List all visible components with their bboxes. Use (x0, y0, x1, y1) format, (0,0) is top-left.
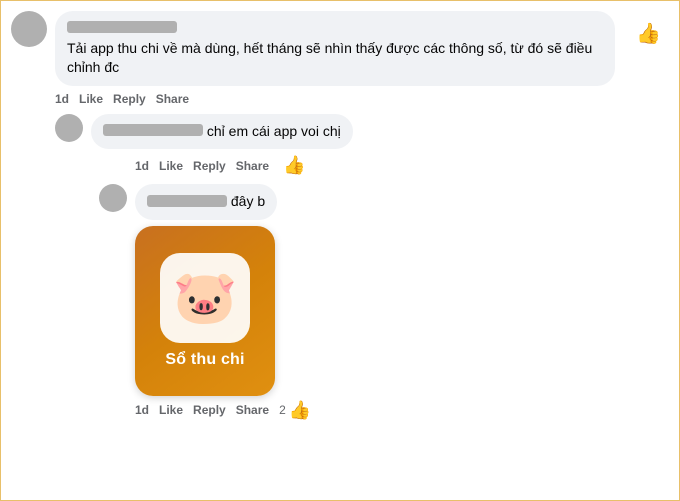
app-image-card[interactable]: 🐷 Sổ thu chi (135, 226, 275, 396)
comment-like-icon-1: 👍 (636, 11, 669, 46)
thumbs-up-icon-reply-1: 👍 (283, 155, 305, 176)
thumbs-up-icon-reply-2: 👍 (289, 400, 311, 421)
reply-like-btn-1[interactable]: Like (159, 159, 183, 173)
reply-button-1[interactable]: Reply (113, 92, 146, 106)
thumbs-up-icon-1: 👍 (636, 23, 661, 45)
avatar (11, 11, 47, 47)
reply-comment-row-1: chỉ em cái app voi chị (55, 114, 669, 150)
reply-username-bar-2 (147, 195, 227, 207)
reply-time-2: 1d (135, 403, 149, 417)
piggy-icon: 🐷 (173, 267, 238, 328)
reply-like-btn-2[interactable]: Like (159, 403, 183, 417)
reply-comment-row-2: đây b (99, 184, 669, 220)
comment-bubble-1: Tải app thu chi về mà dùng, hết tháng sẽ… (55, 11, 615, 86)
main-comment-row: Tải app thu chi về mà dùng, hết tháng sẽ… (11, 11, 669, 112)
reply-reply-btn-1[interactable]: Reply (193, 159, 226, 173)
reply-reply-btn-2[interactable]: Reply (193, 403, 226, 417)
comment-section: Tải app thu chi về mà dùng, hết tháng sẽ… (11, 11, 669, 429)
reply-content-1: chỉ em cái app voi chị 1d Like Reply Sha… (55, 114, 669, 183)
comment-time-1: 1d (55, 92, 69, 106)
app-label: Sổ thu chi (165, 351, 244, 369)
reply-share-btn-2[interactable]: Share (236, 403, 269, 417)
reply-avatar-1 (55, 114, 83, 142)
reply-text-2: đây b (231, 193, 265, 209)
main-comment-content: Tải app thu chi về mà dùng, hết tháng sẽ… (11, 11, 636, 112)
reply-row-2: đây b 🐷 Sổ thu chi 1d Like Reply (99, 184, 669, 427)
like-count-number: 2 (279, 403, 286, 417)
reply-bubble-2: đây b (135, 184, 277, 220)
reply-share-btn-1[interactable]: Share (236, 159, 269, 173)
action-row-1: 1d Like Reply Share (55, 92, 636, 106)
reply-row-1: chỉ em cái app voi chị 1d Like Reply Sha… (55, 114, 669, 183)
reply-indent-2: đây b 🐷 Sổ thu chi 1d Like Reply (99, 184, 669, 427)
like-button-1[interactable]: Like (79, 92, 103, 106)
reply-indent-1: chỉ em cái app voi chị 1d Like Reply Sha… (55, 114, 669, 429)
username-bar (67, 21, 177, 33)
reply-bubble-1: chỉ em cái app voi chị (91, 114, 353, 150)
share-button-1[interactable]: Share (156, 92, 189, 106)
comment-text-1: Tải app thu chi về mà dùng, hết tháng sẽ… (67, 39, 603, 78)
reply-text-1: chỉ em cái app voi chị (207, 123, 341, 139)
action-row-reply-1: 1d Like Reply Share 👍 (135, 155, 669, 176)
like-count-2: 2 👍 (279, 400, 311, 421)
reply-content-2: đây b 🐷 Sổ thu chi 1d Like Reply (99, 184, 669, 427)
comment-row-1: Tải app thu chi về mà dùng, hết tháng sẽ… (11, 11, 636, 86)
reply-time-1: 1d (135, 159, 149, 173)
app-icon-container: 🐷 (160, 253, 250, 343)
action-row-reply-2: 1d Like Reply Share 2 👍 (135, 400, 669, 421)
reply-username-bar-1 (103, 124, 203, 136)
reply-avatar-2 (99, 184, 127, 212)
